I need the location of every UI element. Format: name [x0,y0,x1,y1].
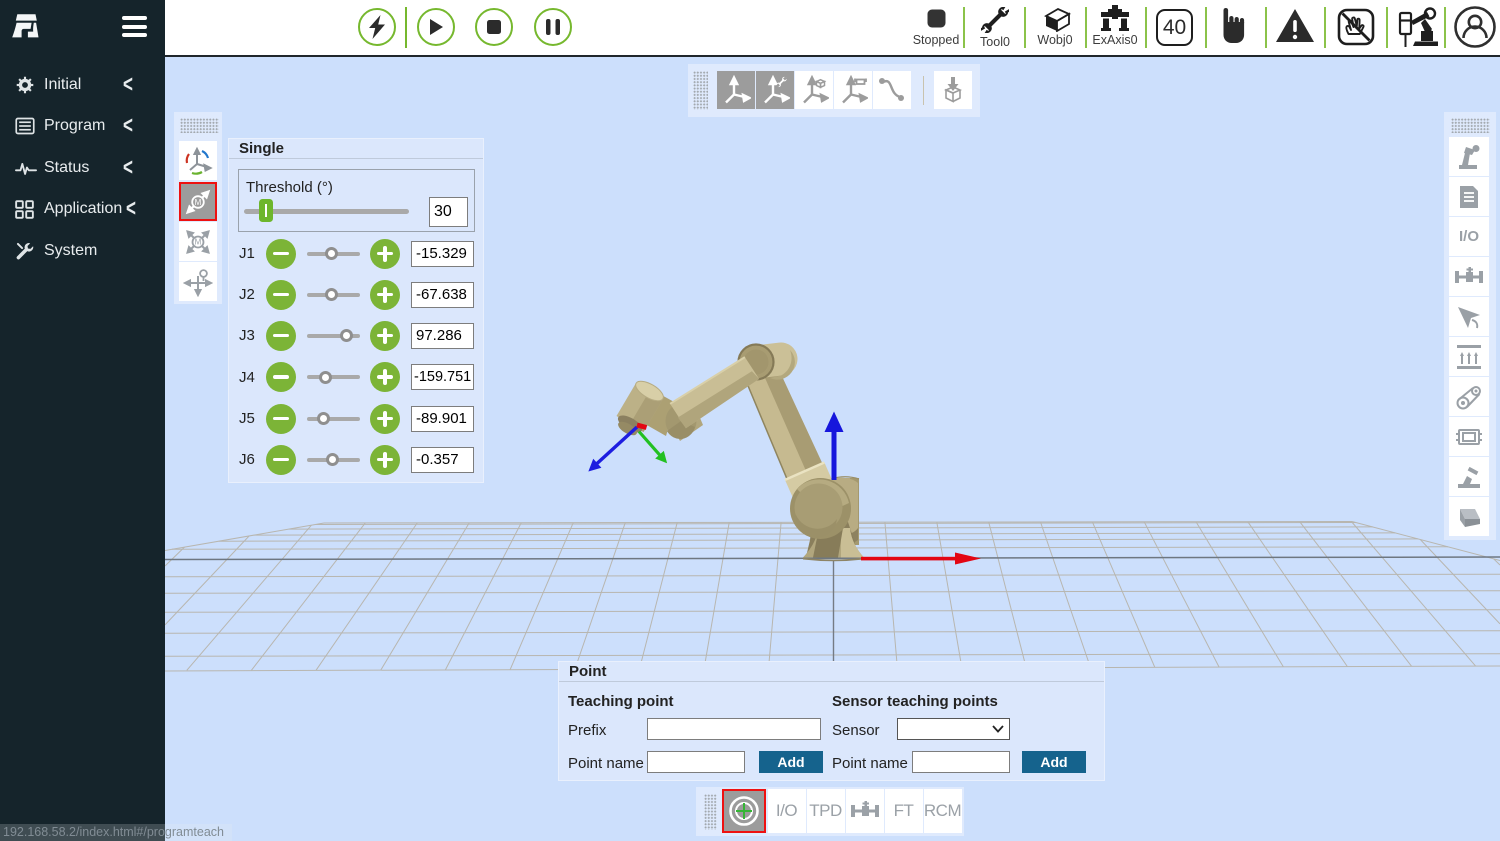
svg-text:M: M [195,197,202,206]
svg-text:M: M [195,237,202,246]
